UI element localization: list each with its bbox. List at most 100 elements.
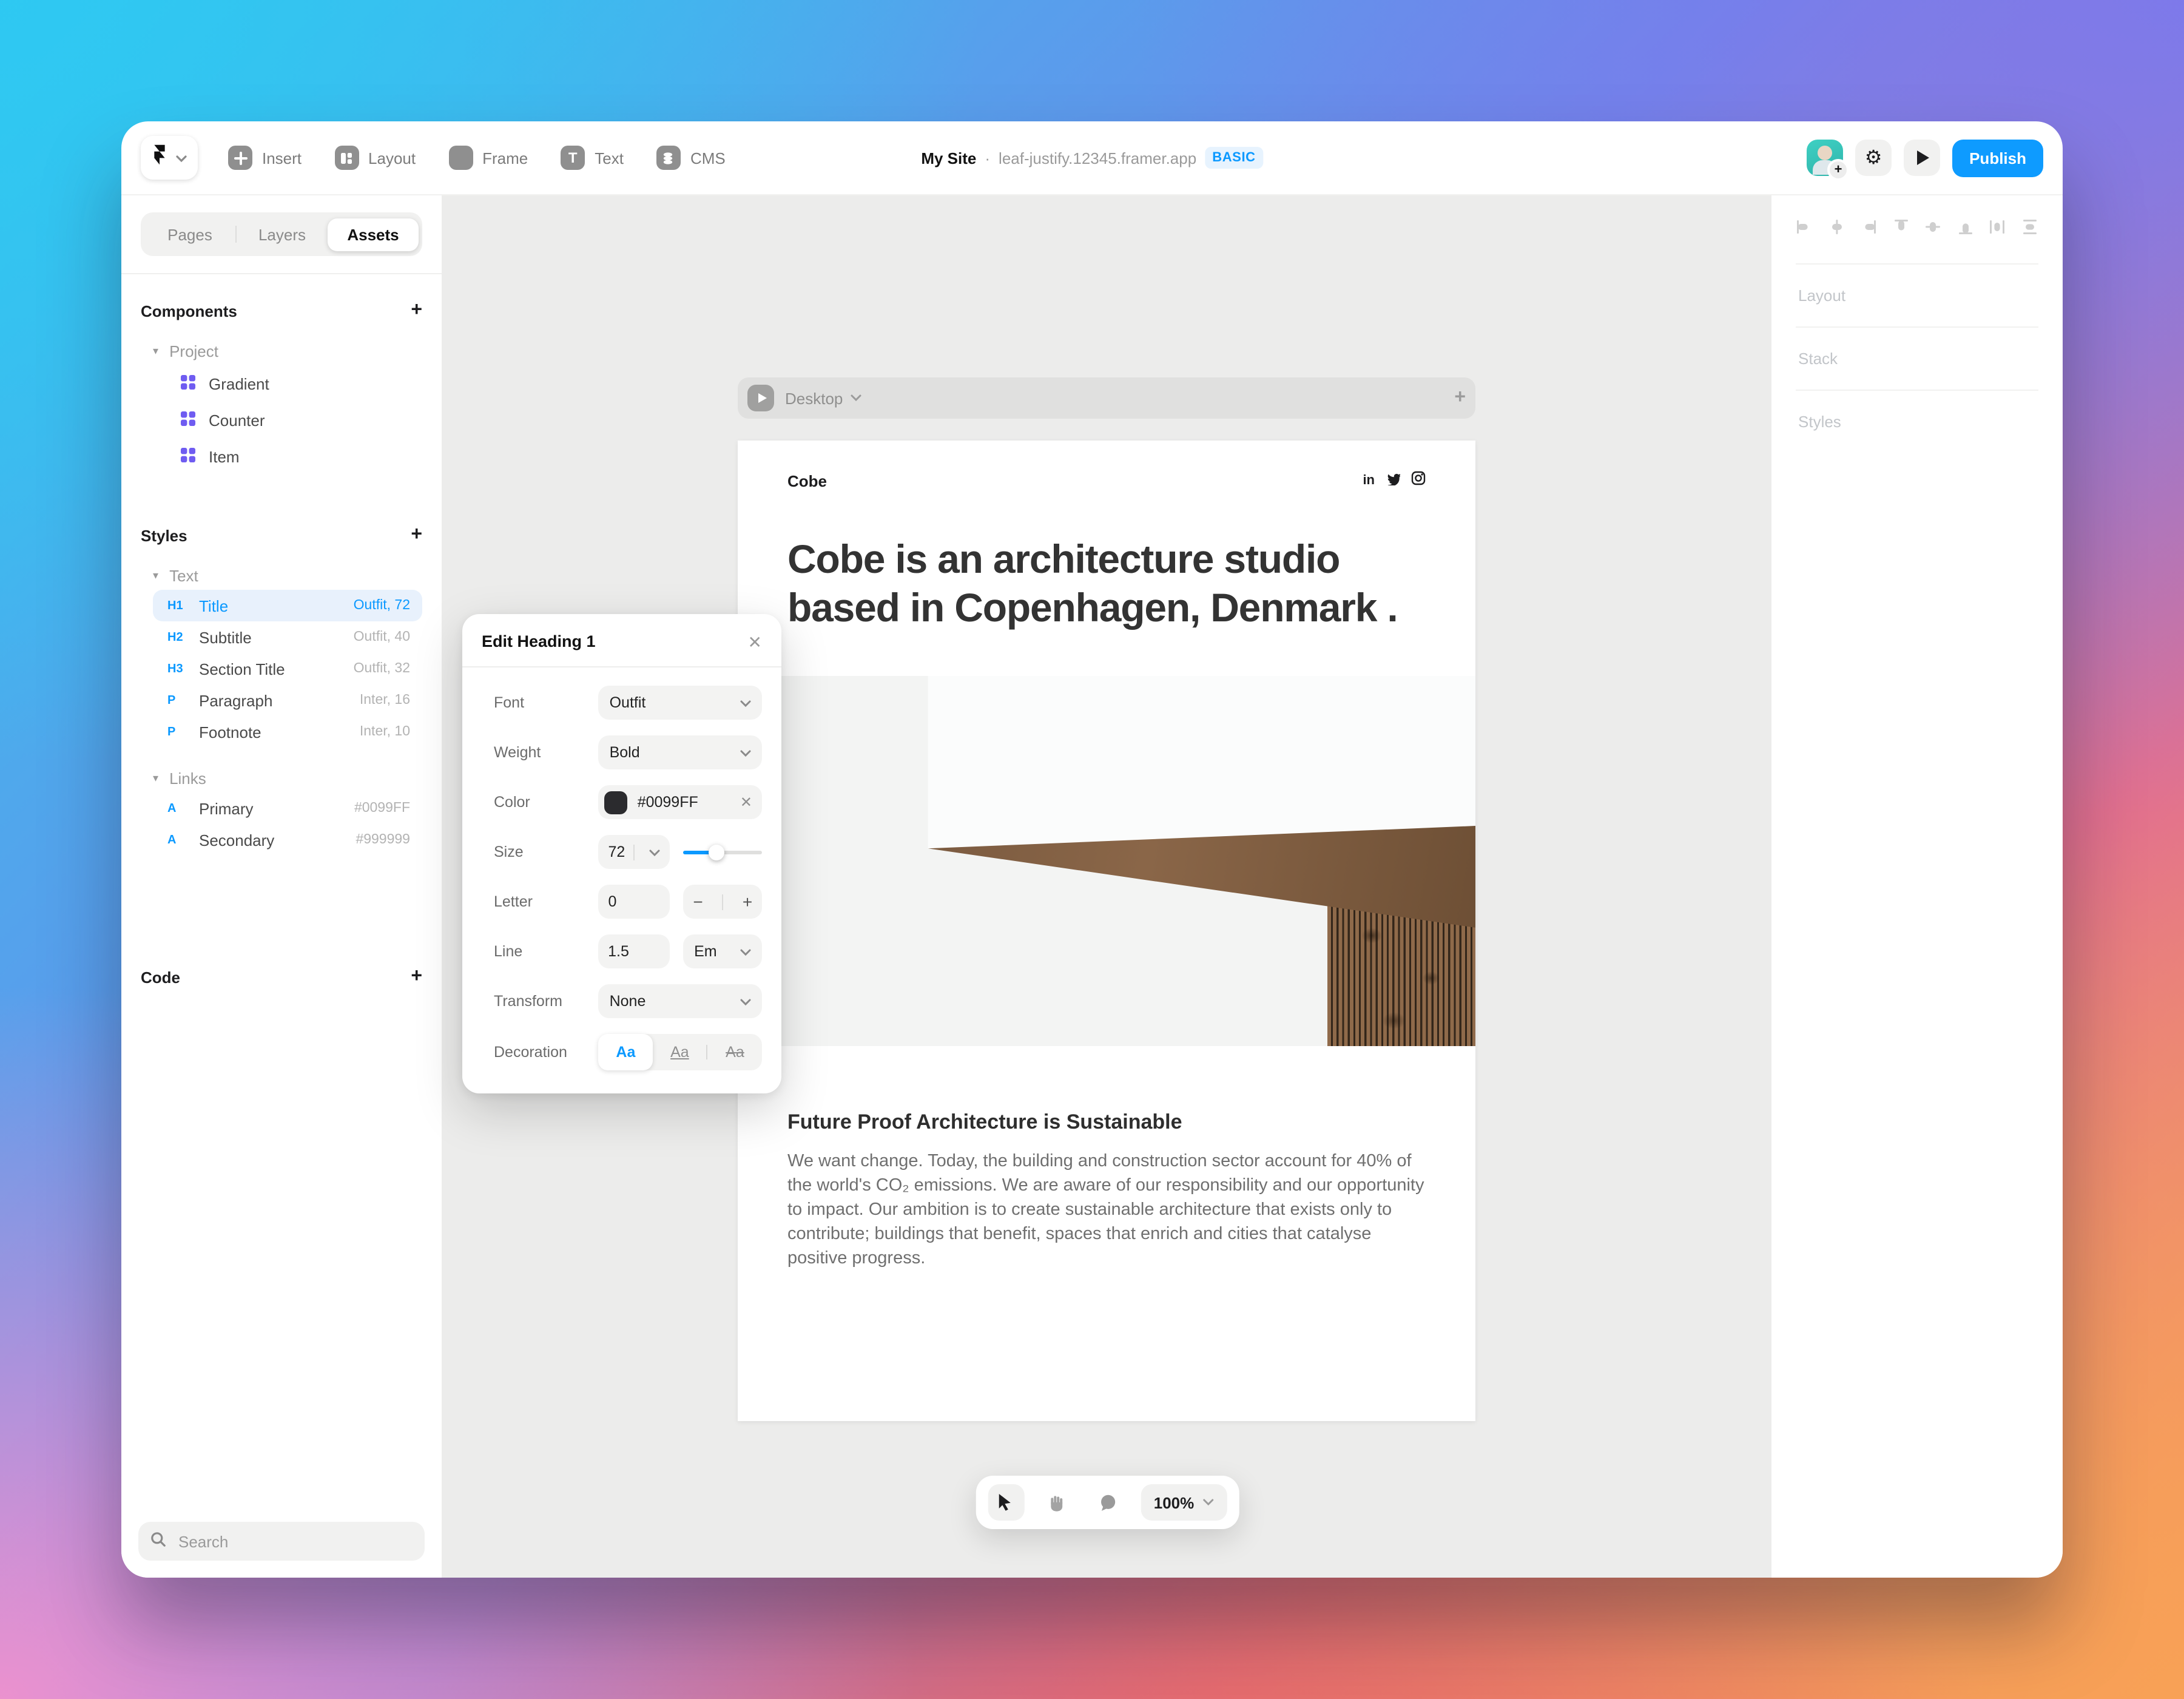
zoom-selector[interactable]: 100% [1141, 1484, 1227, 1521]
text-tool-icon: T [561, 146, 585, 170]
align-right-icon[interactable] [1860, 218, 1877, 241]
linkedin-icon[interactable]: in [1363, 473, 1375, 488]
preview-button[interactable] [1904, 140, 1940, 176]
tab-layers[interactable]: Layers [237, 218, 328, 251]
align-top-icon[interactable] [1892, 218, 1909, 241]
style-row-subtitle[interactable]: H2 Subtitle Outfit, 40 [153, 621, 422, 653]
line-input[interactable]: 1.5 [598, 934, 670, 968]
breakpoint-play-button[interactable] [747, 385, 774, 411]
style-row-title[interactable]: H1 Title Outfit, 72 [153, 590, 422, 621]
links-group-row[interactable]: ▾ Links [153, 769, 422, 788]
publish-button[interactable]: Publish [1952, 139, 2043, 177]
search-input[interactable] [176, 1531, 413, 1552]
site-section-title[interactable]: Future Proof Architecture is Sustainable [787, 1110, 1426, 1135]
chevron-down-icon [850, 394, 861, 402]
line-unit-select[interactable]: Em [683, 934, 762, 968]
tab-pages[interactable]: Pages [144, 218, 235, 251]
text-menu-item[interactable]: T Text [561, 146, 624, 170]
inspector-section-layout[interactable]: Layout [1796, 265, 2038, 326]
font-value: Outfit [610, 694, 646, 711]
size-input[interactable]: 72 [598, 835, 670, 869]
style-meta: Inter, 16 [360, 693, 410, 708]
decoration-strikethrough-option[interactable]: Aa [708, 1034, 762, 1070]
site-title-group[interactable]: My Site · leaf-justify.12345.framer.app … [921, 147, 1262, 169]
cms-menu-item[interactable]: CMS [656, 146, 726, 170]
hand-tool[interactable] [1039, 1484, 1075, 1521]
breakpoint-selector[interactable]: Desktop [785, 389, 861, 407]
slider-thumb[interactable] [709, 845, 725, 860]
transform-value: None [610, 993, 646, 1010]
project-group-row[interactable]: ▾ Project [153, 342, 422, 360]
site-paragraph[interactable]: We want change. Today, the building and … [787, 1149, 1426, 1271]
align-left-icon[interactable] [1796, 218, 1813, 241]
chevron-down-icon [650, 843, 661, 860]
style-name: Paragraph [199, 691, 360, 709]
decoration-none-option[interactable]: Aa [599, 1034, 653, 1070]
align-center-horizontal-icon[interactable] [1828, 218, 1845, 241]
style-row-footnote[interactable]: P Footnote Inter, 10 [153, 716, 422, 748]
style-row-section-title[interactable]: H3 Section Title Outfit, 32 [153, 653, 422, 684]
hero-image[interactable] [738, 676, 1475, 1046]
insert-plus-icon [228, 146, 252, 170]
add-component-button[interactable]: + [411, 301, 422, 320]
instagram-icon[interactable] [1411, 470, 1426, 491]
size-slider[interactable] [684, 835, 762, 869]
transform-row: Transform None [482, 984, 762, 1018]
transform-select[interactable]: None [599, 984, 762, 1018]
font-select[interactable]: Outfit [599, 686, 762, 720]
search-bar[interactable] [138, 1522, 425, 1561]
close-icon[interactable]: ✕ [748, 633, 762, 650]
avatar[interactable]: + [1807, 140, 1843, 176]
letter-stepper: − + [684, 885, 762, 919]
clear-color-icon[interactable]: ✕ [740, 794, 752, 811]
color-picker[interactable]: #0099FF ✕ [599, 785, 762, 819]
style-row-primary-link[interactable]: A Primary #0099FF [153, 792, 422, 824]
insert-label: Insert [262, 149, 302, 167]
decrement-button[interactable]: − [693, 892, 703, 911]
weight-select[interactable]: Bold [599, 735, 762, 769]
line-label: Line [482, 943, 598, 960]
twitter-icon[interactable] [1386, 470, 1400, 491]
plan-badge[interactable]: BASIC [1205, 147, 1262, 169]
distribute-vertical-icon[interactable] [2021, 218, 2038, 241]
style-name: Secondary [199, 831, 356, 849]
component-item-gradient[interactable]: Gradient [180, 365, 422, 402]
add-breakpoint-button[interactable]: + [1454, 387, 1466, 409]
align-bottom-icon[interactable] [1957, 218, 1974, 241]
letter-input[interactable]: 0 [598, 885, 670, 919]
decoration-row: Decoration Aa Aa Aa [482, 1034, 762, 1070]
style-meta: Inter, 10 [360, 725, 410, 739]
text-group-row[interactable]: ▾ Text [153, 567, 422, 585]
comment-tool[interactable] [1090, 1484, 1126, 1521]
layout-menu-item[interactable]: Layout [334, 146, 416, 170]
decoration-underline-option[interactable]: Aa [653, 1034, 707, 1070]
insert-menu-item[interactable]: Insert [228, 146, 302, 170]
frame-menu-item[interactable]: Frame [448, 146, 528, 170]
inspector-section-styles[interactable]: Styles [1796, 391, 2038, 453]
invite-plus-badge[interactable]: + [1827, 159, 1849, 181]
framer-logo-icon [152, 144, 167, 171]
increment-button[interactable]: + [743, 892, 752, 911]
color-value[interactable]: #0099FF [638, 794, 698, 811]
text-group-label: Text [169, 567, 198, 585]
tab-assets[interactable]: Assets [328, 218, 419, 251]
site-page-frame[interactable]: Cobe in Cobe is an architecture studio b… [738, 441, 1475, 1421]
framer-logo-menu[interactable] [141, 136, 198, 180]
component-item-item[interactable]: Item [180, 438, 422, 475]
style-row-secondary-link[interactable]: A Secondary #999999 [153, 824, 422, 856]
add-style-button[interactable]: + [411, 525, 422, 545]
settings-button[interactable]: ⚙ [1855, 140, 1892, 176]
comment-bubble-icon [1099, 1493, 1117, 1512]
distribute-horizontal-icon[interactable] [1989, 218, 2006, 241]
select-tool[interactable] [988, 1484, 1024, 1521]
site-heading[interactable]: Cobe is an architecture studio based in … [787, 535, 1428, 631]
add-code-button[interactable]: + [411, 967, 422, 987]
breakpoint-bar[interactable]: Desktop + [738, 377, 1475, 419]
align-center-vertical-icon[interactable] [1925, 218, 1942, 241]
style-row-paragraph[interactable]: P Paragraph Inter, 16 [153, 684, 422, 716]
site-logo[interactable]: Cobe [787, 471, 827, 490]
inspector-section-stack[interactable]: Stack [1796, 328, 2038, 390]
component-icon [180, 410, 197, 430]
color-swatch[interactable] [605, 791, 628, 814]
component-item-counter[interactable]: Counter [180, 402, 422, 438]
